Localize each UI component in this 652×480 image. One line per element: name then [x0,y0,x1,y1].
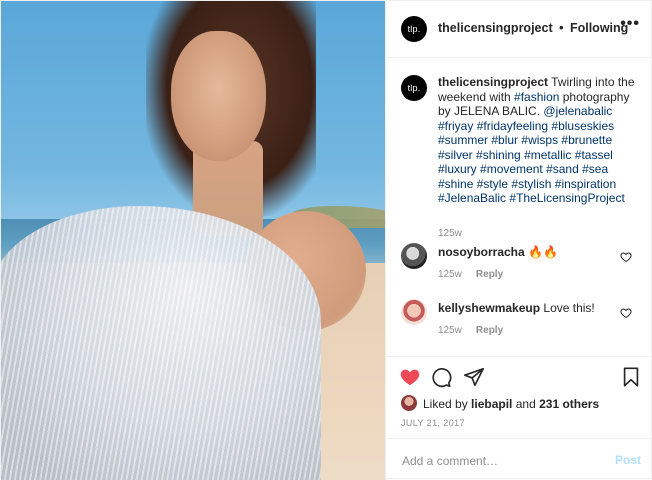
likes-prefix: Liked by [423,397,468,411]
caption-hashtag-link[interactable]: #summer [438,133,488,147]
caption-hashtag-link[interactable]: #metallic [524,148,571,162]
post-photo[interactable] [1,1,385,480]
comment-timestamp: 125w [438,269,462,280]
caption-hashtag-link[interactable]: #bluseskies [551,119,614,133]
liker-avatar[interactable] [401,395,417,411]
comment-avatar[interactable] [401,299,427,325]
caption-hashtag-link[interactable]: #JelenaBalic [438,191,506,205]
reply-button[interactable]: Reply [476,269,503,280]
caption-timestamp: 125w [438,228,462,239]
comment-meta: 125w Reply [438,269,503,280]
comment-like-heart-icon[interactable] [620,307,632,319]
caption-hashtag-link[interactable]: @jelenabalic [543,104,612,118]
header-username[interactable]: thelicensingproject [438,21,553,35]
header-separator: • [559,21,564,35]
post-side-panel: tlp. thelicensingproject • Following •••… [385,1,652,480]
comment-text: 🔥🔥 [528,245,558,259]
caption-hashtag-link[interactable]: #shining [476,148,521,162]
caption-hashtag-link[interactable]: #brunette [561,133,612,147]
caption-hashtag-link[interactable]: #friyay [438,119,473,133]
caption-hashtag-link[interactable]: #shine [438,177,473,191]
comment-username[interactable]: kellyshewmakeup [438,301,540,315]
post-actions: Liked by liebapil and 231 others JULY 21… [386,356,652,438]
share-icon[interactable] [463,366,485,388]
caption-hashtag-link[interactable]: #tassel [575,148,613,162]
caption-hashtag-link[interactable]: #blur [491,133,518,147]
bookmark-icon[interactable] [620,366,642,388]
heart-icon[interactable] [399,366,421,388]
comment: kellyshewmakeup Love this! [438,301,595,315]
add-comment-bar: Post [386,438,652,480]
caption-hashtag-link[interactable]: #movement [480,162,543,176]
comment-timestamp: 125w [438,325,462,336]
header-user-line: thelicensingproject • Following [438,21,628,35]
comment-avatar[interactable] [401,243,427,269]
caption-hashtag-link[interactable]: #fridayfeeling [477,119,548,133]
post-header: tlp. thelicensingproject • Following ••• [386,1,652,58]
caption-hashtag-link[interactable]: #inspiration [555,177,616,191]
caption-hashtag-link[interactable]: #silver [438,148,473,162]
caption-hashtag-link[interactable]: #TheLicensingProject [509,191,624,205]
comment: nosoyborracha 🔥🔥 [438,245,558,259]
more-options-icon[interactable]: ••• [620,15,640,33]
comment-like-heart-icon[interactable] [620,251,632,263]
photo-tassel-dress [1,206,321,480]
caption-hashtag-link[interactable]: #sea [582,162,608,176]
comment-icon[interactable] [430,366,452,388]
profile-avatar[interactable]: tlp. [401,16,427,42]
caption-hashtag-link[interactable]: #fashion [514,90,559,104]
post-date: JULY 21, 2017 [401,418,465,428]
likes-others-link[interactable]: 231 others [539,397,599,411]
reply-button[interactable]: Reply [476,325,503,336]
post-comment-button[interactable]: Post [615,453,641,467]
caption-hashtag-link[interactable]: #stylish [511,177,551,191]
comment-meta: 125w Reply [438,325,503,336]
caption-body: Twirling into the weekend with #fashion … [438,75,635,205]
likes-conjunction: and [515,397,536,411]
caption-hashtag-link[interactable]: #luxury [438,162,477,176]
caption-username[interactable]: thelicensingproject [438,75,548,89]
caption-hashtag-link[interactable]: #sand [546,162,579,176]
instagram-post: tlp. thelicensingproject • Following •••… [0,0,652,480]
add-comment-input[interactable] [400,452,604,470]
comments-section: tlp. thelicensingproject Twirling into t… [386,58,652,356]
caption-avatar[interactable]: tlp. [401,75,427,101]
likes-summary: Liked by liebapil and 231 others [423,397,599,411]
caption-hashtag-link[interactable]: #wisps [521,133,558,147]
post-caption: thelicensingproject Twirling into the we… [438,75,638,206]
liker-username[interactable]: liebapil [471,397,512,411]
caption-hashtag-link[interactable]: #style [477,177,508,191]
photo-face [171,31,266,161]
comment-text: Love this! [543,301,595,315]
comment-username[interactable]: nosoyborracha [438,245,525,259]
